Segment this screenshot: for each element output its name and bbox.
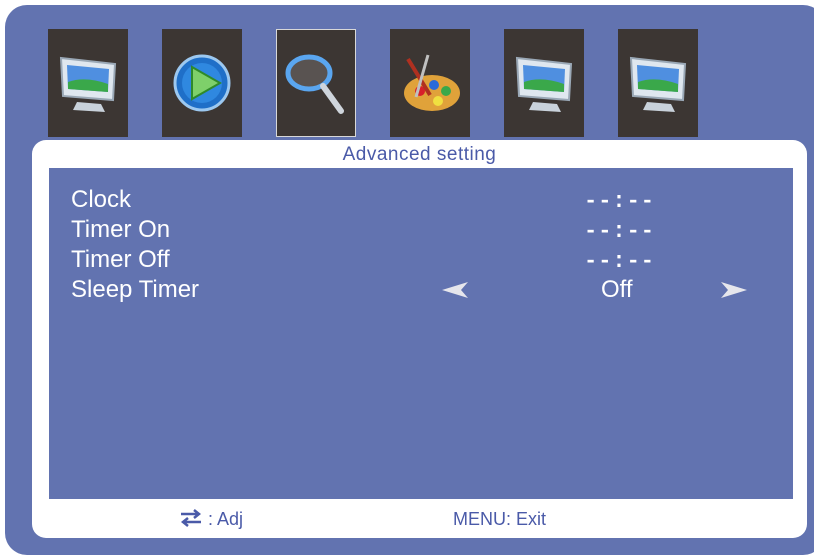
menu-tab-picture-3[interactable] (618, 29, 698, 137)
footer-exit-label: MENU: Exit (453, 509, 547, 529)
panel-title: Advanced setting (342, 144, 497, 165)
setting-label-clock[interactable]: Clock (71, 188, 131, 212)
setting-value-timer-on[interactable]: --:-- (584, 220, 655, 244)
setting-value-timer-off[interactable]: --:-- (584, 250, 655, 274)
footer-adjust-label: : Adj (208, 509, 244, 529)
monitor-icon (515, 56, 573, 112)
setting-label-timer-on[interactable]: Timer On (71, 218, 170, 242)
monitor-icon (59, 56, 117, 112)
settings-panel: Advanced setting Clock --:-- Timer On --… (32, 140, 807, 538)
magnifier-icon (285, 54, 344, 114)
setting-value-clock[interactable]: --:-- (584, 190, 655, 214)
swap-arrows-icon (180, 509, 202, 527)
menu-tab-advanced[interactable] (276, 29, 356, 137)
osd-frame: Advanced setting Clock --:-- Timer On --… (5, 5, 814, 555)
settings-list: Clock --:-- Timer On --:-- Timer Off --:… (49, 168, 793, 499)
menu-tab-playback[interactable] (162, 29, 242, 137)
menu-tab-picture-2[interactable] (504, 29, 584, 137)
arrow-left-icon[interactable] (442, 282, 468, 298)
menu-tab-color[interactable] (390, 29, 470, 137)
menu-tab-picture[interactable] (48, 29, 128, 137)
palette-icon (404, 54, 460, 111)
arrow-right-icon[interactable] (721, 282, 747, 298)
play-icon (173, 54, 231, 112)
footer-adjust: : Adj (179, 509, 243, 530)
monitor-icon (629, 56, 687, 112)
setting-label-timer-off[interactable]: Timer Off (71, 248, 170, 272)
setting-value-sleep-timer[interactable]: Off (601, 278, 633, 302)
setting-label-sleep-timer[interactable]: Sleep Timer (71, 278, 199, 302)
